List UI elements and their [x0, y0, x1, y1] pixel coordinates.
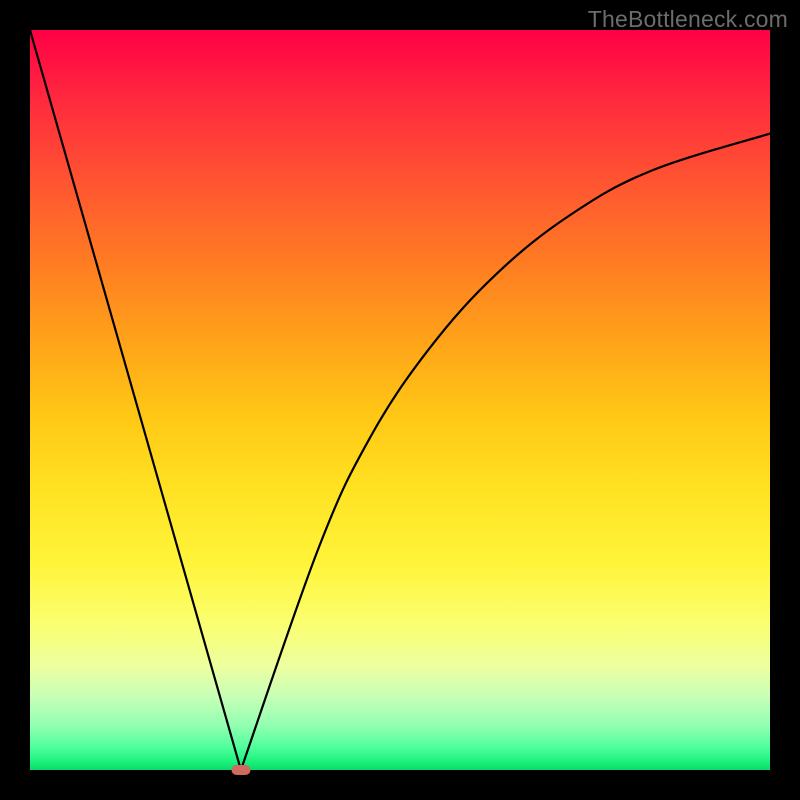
chart-frame: TheBottleneck.com [0, 0, 800, 800]
curve-path [30, 30, 770, 770]
watermark-text: TheBottleneck.com [588, 6, 788, 33]
plot-area [30, 30, 770, 770]
bottleneck-curve [30, 30, 770, 770]
optimal-marker [231, 765, 250, 775]
